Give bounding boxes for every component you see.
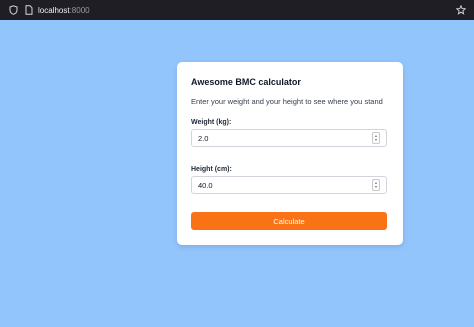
height-input[interactable]: 40.0 ▲ ▼	[191, 176, 387, 194]
star-icon[interactable]	[456, 5, 466, 15]
weight-stepper-icon[interactable]: ▲ ▼	[372, 132, 380, 144]
weight-value: 2.0	[198, 133, 209, 143]
url-port: :8000	[69, 5, 90, 15]
bmc-calculator-card: Awesome BMC calculator Enter your weight…	[177, 62, 403, 245]
card-subtitle: Enter your weight and your height to see…	[191, 97, 383, 106]
weight-label: Weight (kg):	[191, 119, 232, 126]
page-icon	[24, 5, 34, 15]
browser-toolbar: localhost :8000	[0, 0, 474, 20]
height-stepper-icon[interactable]: ▲ ▼	[372, 179, 380, 191]
address-bar[interactable]: localhost :8000	[38, 6, 90, 15]
height-value: 40.0	[198, 180, 213, 190]
height-label: Height (cm):	[191, 166, 232, 173]
shield-icon[interactable]	[8, 5, 18, 15]
calculate-button[interactable]: Calculate	[191, 212, 387, 230]
url-host: localhost	[38, 5, 70, 15]
weight-input[interactable]: 2.0 ▲ ▼	[191, 129, 387, 147]
card-title: Awesome BMC calculator	[191, 77, 301, 87]
